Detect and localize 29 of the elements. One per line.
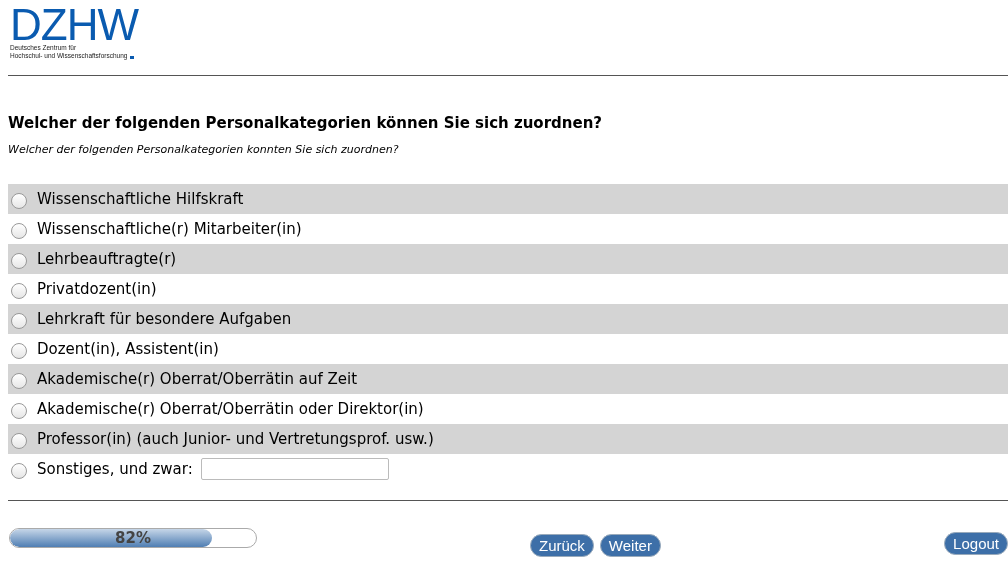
logout-button[interactable]: Logout [944, 532, 1008, 555]
radio-button[interactable] [11, 313, 27, 329]
radio-button[interactable] [11, 343, 27, 359]
option-label: Lehrkraft für besondere Aufgaben [37, 310, 292, 328]
radio-button[interactable] [11, 193, 27, 209]
radio-button[interactable] [11, 403, 27, 419]
option-label: Professor(in) (auch Junior- und Vertretungsprof. usw.) [37, 430, 434, 448]
logo-square-icon [130, 56, 135, 59]
next-button[interactable]: Weiter [599, 534, 661, 557]
option-label: Dozent(in), Assistent(in) [37, 340, 219, 358]
option-label: Privatdozent(in) [37, 280, 157, 298]
option-label: Sonstiges, und zwar: [37, 460, 193, 478]
logo-wordmark: DZHW [10, 6, 138, 44]
radio-button[interactable] [11, 253, 27, 269]
option-label: Akademische(r) Oberrat/Oberrätin auf Zeit [37, 370, 358, 388]
option-label: Wissenschaftliche(r) Mitarbeiter(in) [37, 220, 302, 238]
back-button[interactable]: Zurück [530, 534, 594, 557]
progress-label: 82% [115, 528, 151, 547]
radio-button[interactable] [11, 283, 27, 299]
radio-button[interactable] [11, 223, 27, 239]
question-title: Welcher der folgenden Personalkategorien können Sie sich zuordnen? [8, 114, 604, 132]
option-label: Lehrbeauftragte(r) [37, 250, 177, 268]
option-label: Wissenschaftliche Hilfskraft [37, 190, 244, 208]
radio-button[interactable] [11, 463, 27, 479]
question-subtitle: Welcher der folgenden Personalkategorien konnten Sie sich zuordnen? [8, 143, 400, 156]
input-field[interactable] [200, 458, 389, 480]
radio-button[interactable] [11, 373, 27, 389]
radio-button[interactable] [11, 433, 27, 449]
option-label: Akademische(r) Oberrat/Oberrätin oder Direktor(in) [37, 400, 424, 418]
